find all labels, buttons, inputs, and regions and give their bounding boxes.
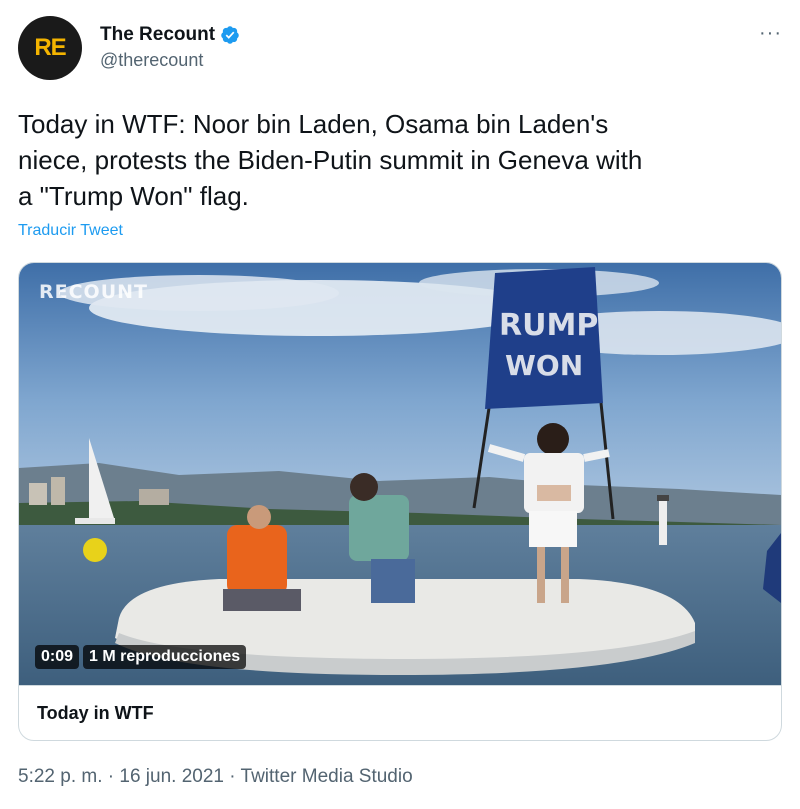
tweet-text-line: niece, protests the Biden-Putin summit i… — [18, 145, 643, 175]
video-duration: 0:09 — [35, 645, 80, 669]
flag-text: RUMP — [499, 308, 598, 343]
buoy — [83, 538, 107, 562]
tweet-text: Today in WTF: Noor bin Laden, Osama bin … — [18, 106, 778, 214]
woman-white-shirt — [524, 453, 584, 513]
separator: · — [223, 766, 241, 787]
tweet-source[interactable]: Twitter Media Studio — [241, 766, 413, 787]
tweet-header: RE The Recount @therecount ··· — [18, 16, 782, 80]
recount-watermark: RECOUNT — [39, 281, 148, 303]
separator: · — [102, 766, 120, 787]
user-handle[interactable]: @therecount — [100, 50, 240, 71]
building — [51, 477, 65, 505]
person-teal-shirt — [349, 495, 409, 561]
video-player[interactable]: RUMP WON RECOUNT 0:09 1 M reproducciones — [19, 263, 781, 685]
video-views: 1 M reproducciones — [83, 645, 247, 669]
card-title-bar[interactable]: Today in WTF — [19, 685, 781, 740]
more-options-icon[interactable]: ··· — [759, 22, 782, 45]
building — [29, 483, 47, 505]
tweet-date[interactable]: 16 jun. 2021 — [119, 766, 224, 787]
video-overlay: 0:09 1 M reproducciones — [35, 645, 247, 669]
media-card[interactable]: RUMP WON RECOUNT 0:09 1 M reproducciones… — [18, 262, 782, 741]
avatar[interactable]: RE — [18, 16, 82, 80]
flag-text: WON — [505, 349, 583, 382]
person-orange-vest — [227, 525, 287, 595]
tweet-meta: 5:22 p. m. · 16 jun. 2021 · Twitter Medi… — [18, 766, 413, 788]
woman-head — [537, 423, 569, 455]
card-title[interactable]: Today in WTF — [37, 703, 154, 724]
tweet-text-line: Today in WTF: Noor bin Laden, Osama bin … — [18, 109, 609, 139]
avatar-logo-text: RE — [34, 34, 66, 61]
user-info[interactable]: The Recount @therecount — [100, 24, 240, 71]
translate-tweet-link[interactable]: Traducir Tweet — [18, 222, 123, 240]
tweet-text-line: a "Trump Won" flag. — [18, 181, 249, 211]
display-name[interactable]: The Recount — [100, 24, 215, 46]
building — [139, 489, 169, 505]
video-frame: RUMP WON — [19, 263, 781, 685]
verified-badge-icon — [221, 26, 239, 44]
lighthouse — [659, 499, 667, 545]
tweet-time[interactable]: 5:22 p. m. — [18, 766, 103, 787]
